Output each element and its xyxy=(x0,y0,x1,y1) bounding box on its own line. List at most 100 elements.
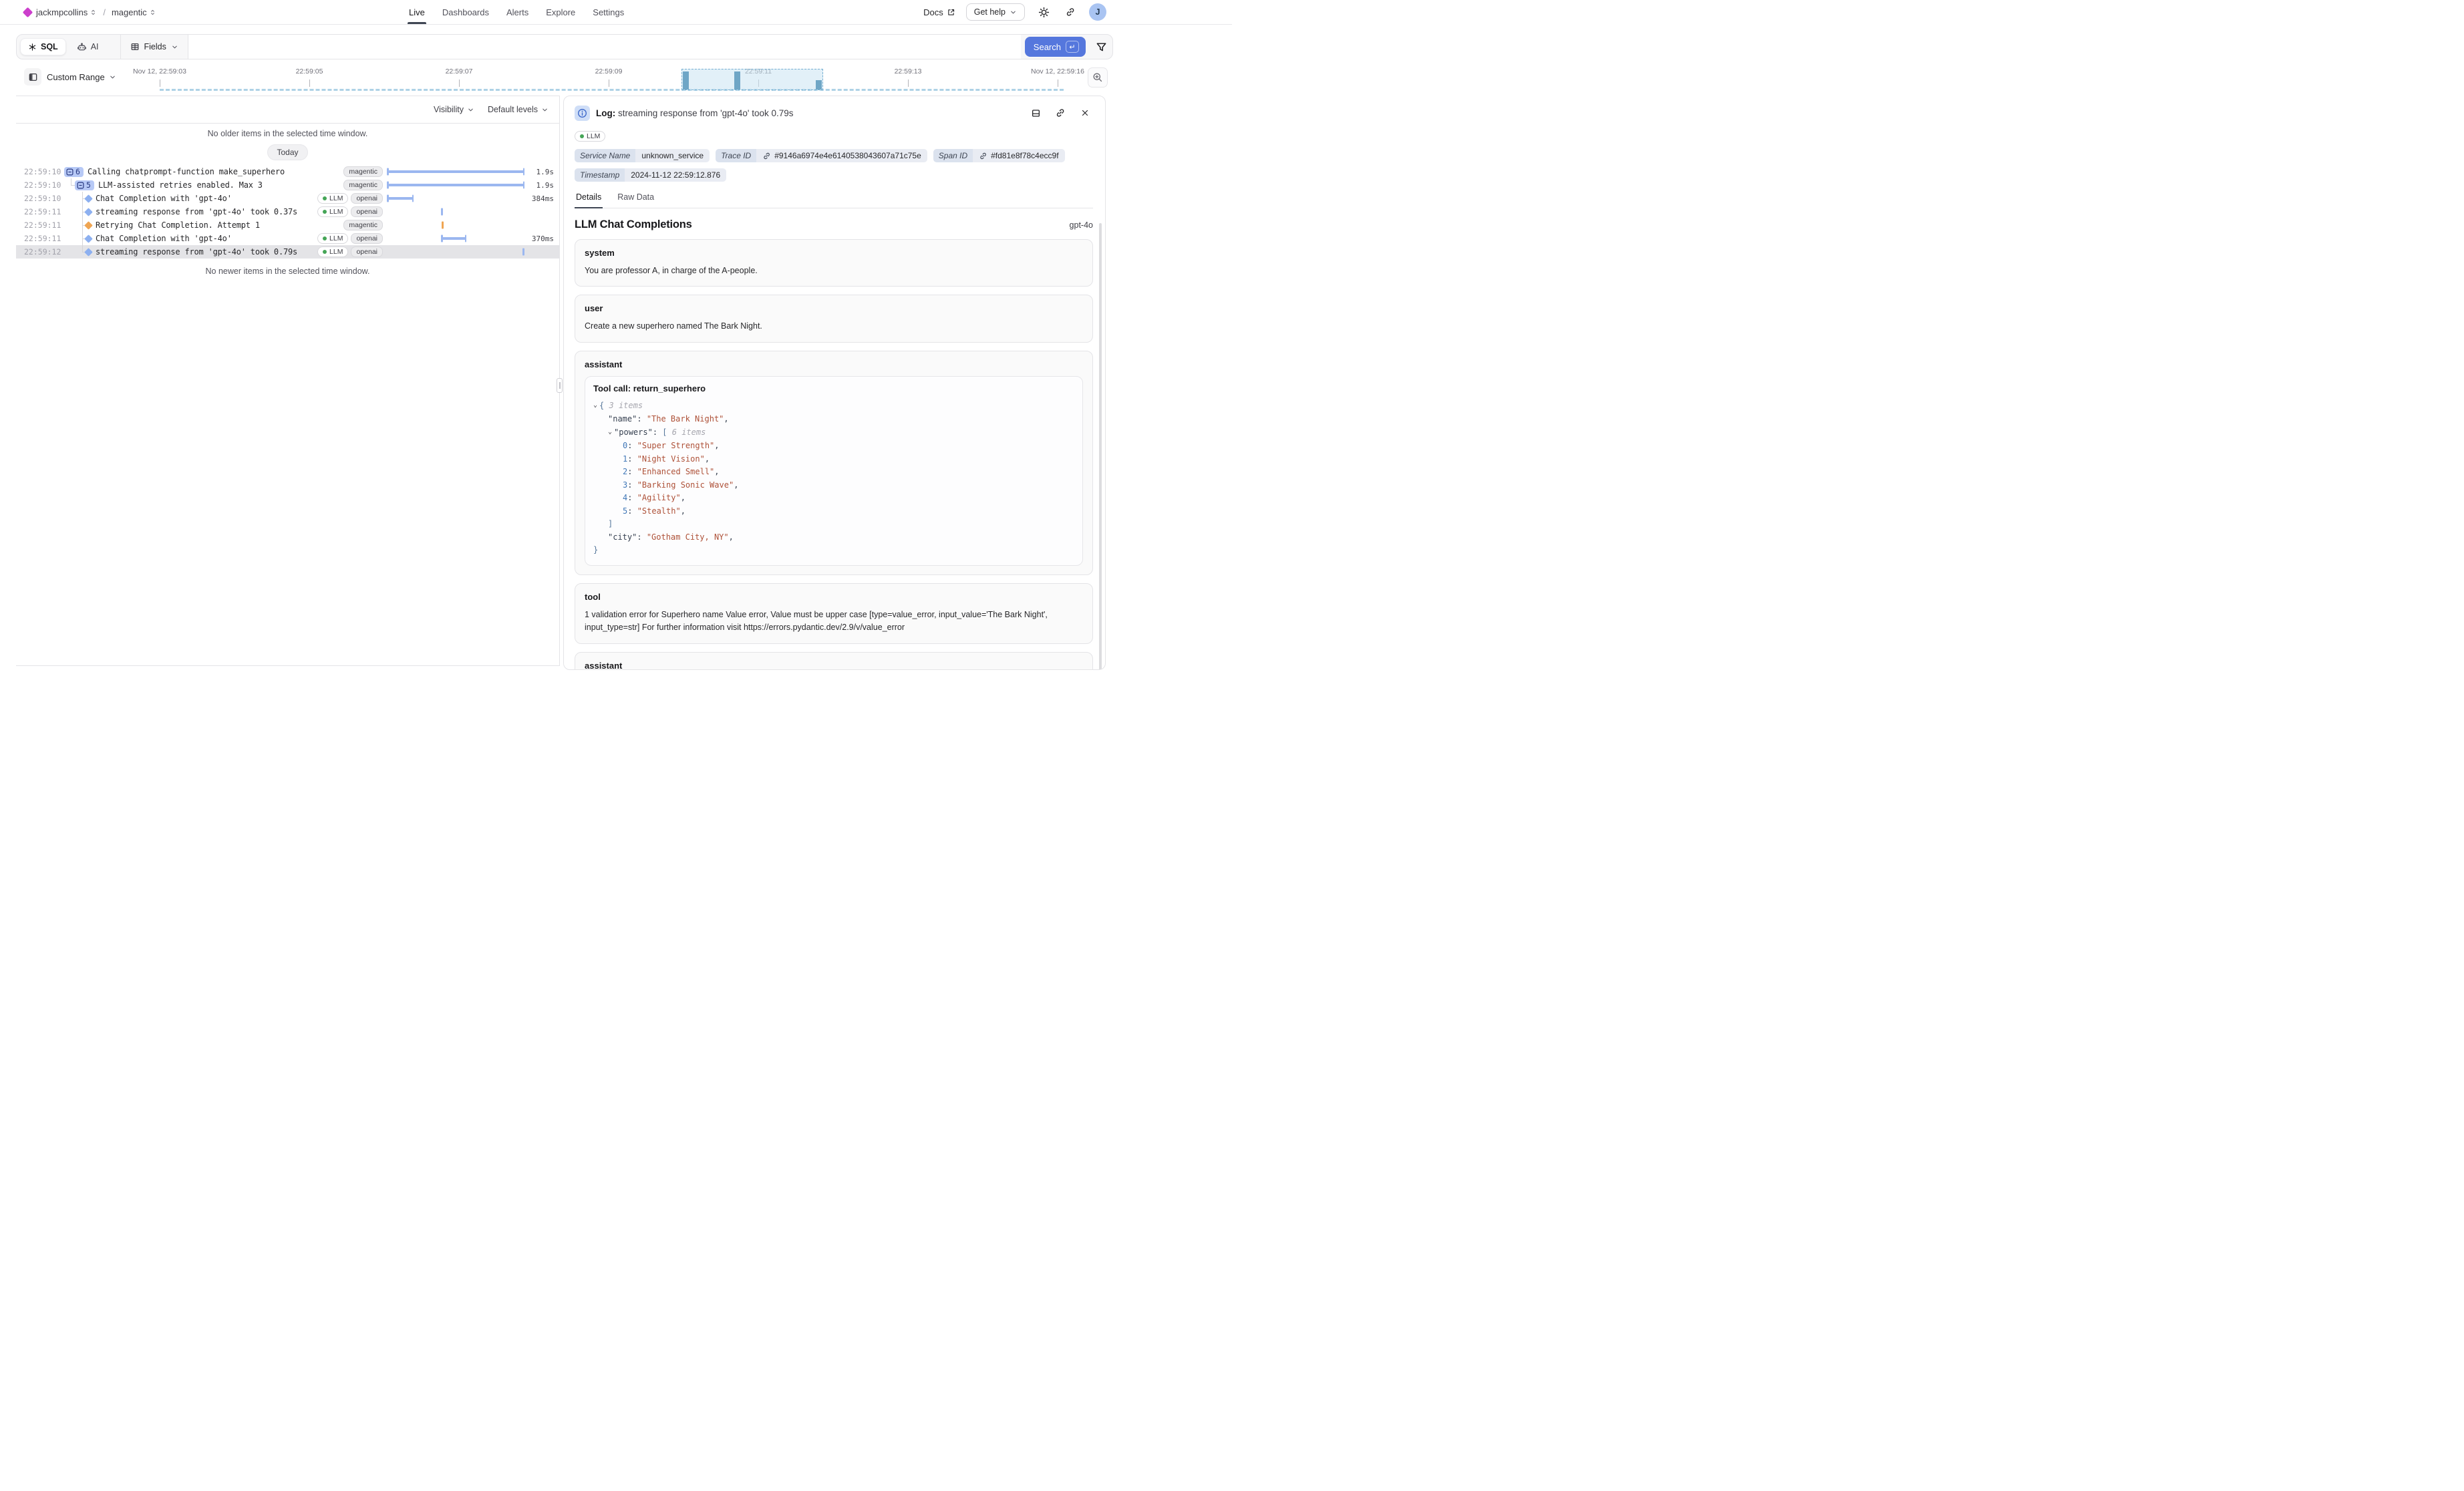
log-row[interactable]: 22:59:10 Chat Completion with 'gpt-4o' LLM… xyxy=(16,192,559,205)
log-message: Chat Completion with 'gpt-4o' xyxy=(96,234,232,243)
json-line: ⌄{ 3 items xyxy=(593,399,1074,413)
waterfall-tick xyxy=(441,208,443,216)
timeline-tick-mark xyxy=(908,79,909,87)
top-nav: jackmpcollins / magentic LiveDashboardsA… xyxy=(0,0,1232,25)
detail-scrollbar[interactable] xyxy=(1099,223,1102,670)
tool-call-card: Tool call: return_superhero⌄{ 3 items"na… xyxy=(585,376,1083,566)
main-nav-tabs: Live Dashboards Alerts Explore Settings xyxy=(409,0,624,24)
collapse-panel-button[interactable] xyxy=(24,68,41,86)
json-token-punct: : xyxy=(627,454,637,464)
json-token-punct: , xyxy=(714,441,719,450)
json-line: ] xyxy=(593,518,1074,531)
log-row[interactable]: 22:59:11Chat Completion with 'gpt-4o'LLM… xyxy=(16,232,559,245)
tag-llm: LLM xyxy=(317,193,348,204)
json-line: 4: "Agility", xyxy=(593,492,1074,505)
waterfall-bar xyxy=(441,237,466,240)
log-row-main: Chat Completion with 'gpt-4o' LLMopenai xyxy=(64,232,387,245)
timeline-histogram-bar xyxy=(683,71,689,90)
timeline-tick-label: 22:59:05 xyxy=(296,67,323,75)
log-tags: LLMopenai xyxy=(317,206,387,217)
info-diamond-icon xyxy=(84,208,93,216)
json-token-str: "Night Vision" xyxy=(637,454,705,464)
json-token-items: 6 items xyxy=(667,428,706,437)
meta-chip-value[interactable]: #9146a6974e4e6140538043607a71c75e xyxy=(756,149,927,162)
log-timestamp: 22:59:10 xyxy=(24,194,64,203)
detail-tab-details[interactable]: Details xyxy=(575,190,603,208)
close-icon xyxy=(1080,108,1090,118)
org-switcher[interactable]: jackmpcollins xyxy=(36,7,97,17)
log-timestamp: 22:59:11 xyxy=(24,220,64,230)
search-label: Search xyxy=(1034,42,1061,52)
content-panels: Visibility Default levels No older items… xyxy=(16,96,1232,670)
detail-tab-raw-data[interactable]: Raw Data xyxy=(616,190,655,208)
nav-tab-settings[interactable]: Settings xyxy=(593,0,624,24)
filter-button[interactable] xyxy=(1090,36,1112,57)
nav-tab-live[interactable]: Live xyxy=(409,0,425,24)
meta-chip-timestamp: Timestamp2024-11-12 22:59:12.876 xyxy=(575,168,726,182)
log-message: Chat Completion with 'gpt-4o' xyxy=(96,194,232,203)
default-levels-dropdown[interactable]: Default levels xyxy=(488,105,549,114)
json-line: "name": "The Bark Night", xyxy=(593,413,1074,426)
log-row[interactable]: 22:59:106Calling chatprompt-function mak… xyxy=(16,165,559,178)
time-range-dropdown[interactable]: Custom Range xyxy=(47,72,116,82)
sql-mode-button[interactable]: SQL xyxy=(20,38,66,55)
timeline-controls: Custom Range xyxy=(24,68,116,86)
timeline-tick-mark xyxy=(459,79,460,87)
meta-chip-value[interactable]: #fd81e8f78c4ecc9f xyxy=(973,149,1064,162)
collapse-badge[interactable]: 6 xyxy=(64,167,84,177)
waterfall-track xyxy=(387,245,527,259)
log-row[interactable]: 22:59:105LLM-assisted retries enabled. M… xyxy=(16,178,559,192)
message-card-assistant: assistantTool call: return_superhero⌄{ 3… xyxy=(575,652,1093,671)
message-card-user: userCreate a new superhero named The Bar… xyxy=(575,295,1093,342)
brand-logo-icon xyxy=(23,7,33,17)
chevron-down-icon xyxy=(171,43,178,51)
tree-connector xyxy=(82,245,83,252)
today-button[interactable]: Today xyxy=(267,144,307,160)
message-role: tool xyxy=(585,592,1083,602)
sun-icon xyxy=(1038,7,1050,18)
green-dot-icon xyxy=(323,250,327,254)
copy-link-button[interactable] xyxy=(1052,105,1068,121)
waterfall-track xyxy=(387,165,527,178)
json-line: 0: "Super Strength", xyxy=(593,440,1074,453)
toggle-row-view-button[interactable] xyxy=(1028,105,1044,121)
project-switcher[interactable]: magentic xyxy=(112,7,156,17)
avatar[interactable]: J xyxy=(1089,3,1106,21)
warn-diamond-icon xyxy=(84,221,93,230)
nav-tab-alerts[interactable]: Alerts xyxy=(506,0,528,24)
docs-link[interactable]: Docs xyxy=(923,7,955,17)
json-token-punct: : xyxy=(627,467,637,476)
get-help-button[interactable]: Get help xyxy=(966,3,1025,21)
json-token-punct: : xyxy=(627,480,637,490)
link-icon xyxy=(762,152,771,160)
meta-chip-value: 2024-11-12 22:59:12.876 xyxy=(625,168,726,182)
log-duration: 1.9s xyxy=(527,168,554,176)
log-timestamp: 22:59:10 xyxy=(24,180,64,190)
log-row[interactable]: 22:59:11Retrying Chat Completion. Attemp… xyxy=(16,218,559,232)
log-tags: LLMopenai xyxy=(317,233,387,244)
close-panel-button[interactable] xyxy=(1077,105,1093,121)
message-text: You are professor A, in charge of the A-… xyxy=(585,265,1083,277)
timeline-tick-label: 22:59:09 xyxy=(595,67,623,75)
collapse-badge[interactable]: 5 xyxy=(75,180,94,190)
nav-tab-dashboards[interactable]: Dashboards xyxy=(442,0,489,24)
log-row[interactable]: 22:59:12streaming response from 'gpt-4o'… xyxy=(16,245,559,259)
share-link-button[interactable] xyxy=(1062,4,1078,20)
ai-mode-button[interactable]: AI xyxy=(70,39,106,55)
theme-toggle-button[interactable] xyxy=(1036,4,1052,20)
visibility-dropdown[interactable]: Visibility xyxy=(434,105,474,114)
search-input[interactable] xyxy=(188,35,1021,59)
log-row-main: streaming response from 'gpt-4o' took 0.… xyxy=(64,245,387,259)
collapse-chevron-icon[interactable]: ⌄ xyxy=(608,426,612,439)
collapse-chevron-icon[interactable]: ⌄ xyxy=(593,399,597,412)
waterfall-bar xyxy=(387,184,524,186)
timeline-zoom-in-button[interactable] xyxy=(1088,67,1108,88)
timeline-baseline xyxy=(160,89,1064,91)
log-row[interactable]: 22:59:11streaming response from 'gpt-4o'… xyxy=(16,205,559,218)
rows-icon xyxy=(1031,108,1041,118)
timeline-selection[interactable] xyxy=(681,69,823,90)
panel-resize-handle[interactable] xyxy=(557,378,563,393)
nav-tab-explore[interactable]: Explore xyxy=(546,0,575,24)
fields-dropdown[interactable]: Fields xyxy=(120,35,188,59)
search-button[interactable]: Search ↵ xyxy=(1025,37,1086,57)
